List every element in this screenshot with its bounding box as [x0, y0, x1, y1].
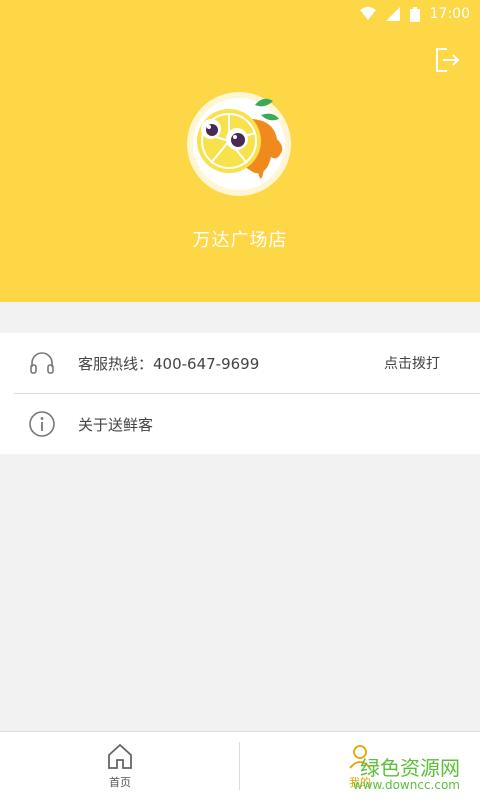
watermark-title: 绿色资源网 [360, 755, 460, 780]
status-bar: 17:00 [0, 0, 480, 28]
tab-home-label: 首页 [109, 776, 131, 789]
settings-menu: 客服热线：400-647-9699 点击拨打 关于送鲜客 [0, 333, 480, 454]
about-label: 关于送鲜客 [78, 415, 154, 434]
hotline-label: 客服热线：400-647-9699 [78, 354, 260, 373]
info-icon [29, 411, 55, 437]
watermark: 绿色资源网 www.downcc.com [353, 757, 460, 792]
tab-divider [239, 742, 240, 790]
orange-mascot-logo[interactable] [181, 89, 299, 197]
about-row[interactable]: 关于送鲜客 [14, 393, 480, 454]
store-name: 万达广场店 [192, 230, 288, 251]
home-icon [108, 743, 132, 769]
wifi-icon [359, 7, 376, 20]
headset-icon [30, 352, 54, 374]
tab-home[interactable]: 首页 [0, 732, 240, 800]
signal-icon [385, 7, 400, 21]
call-button[interactable]: 点击拨打 [384, 353, 440, 373]
logout-icon[interactable] [433, 46, 461, 74]
watermark-url: www.downcc.com [352, 777, 460, 792]
profile-header: 17:00 万达广场店 [0, 0, 480, 302]
status-time: 17:00 [429, 6, 470, 22]
battery-icon [409, 6, 420, 22]
customer-hotline-row[interactable]: 客服热线：400-647-9699 点击拨打 [0, 333, 480, 393]
